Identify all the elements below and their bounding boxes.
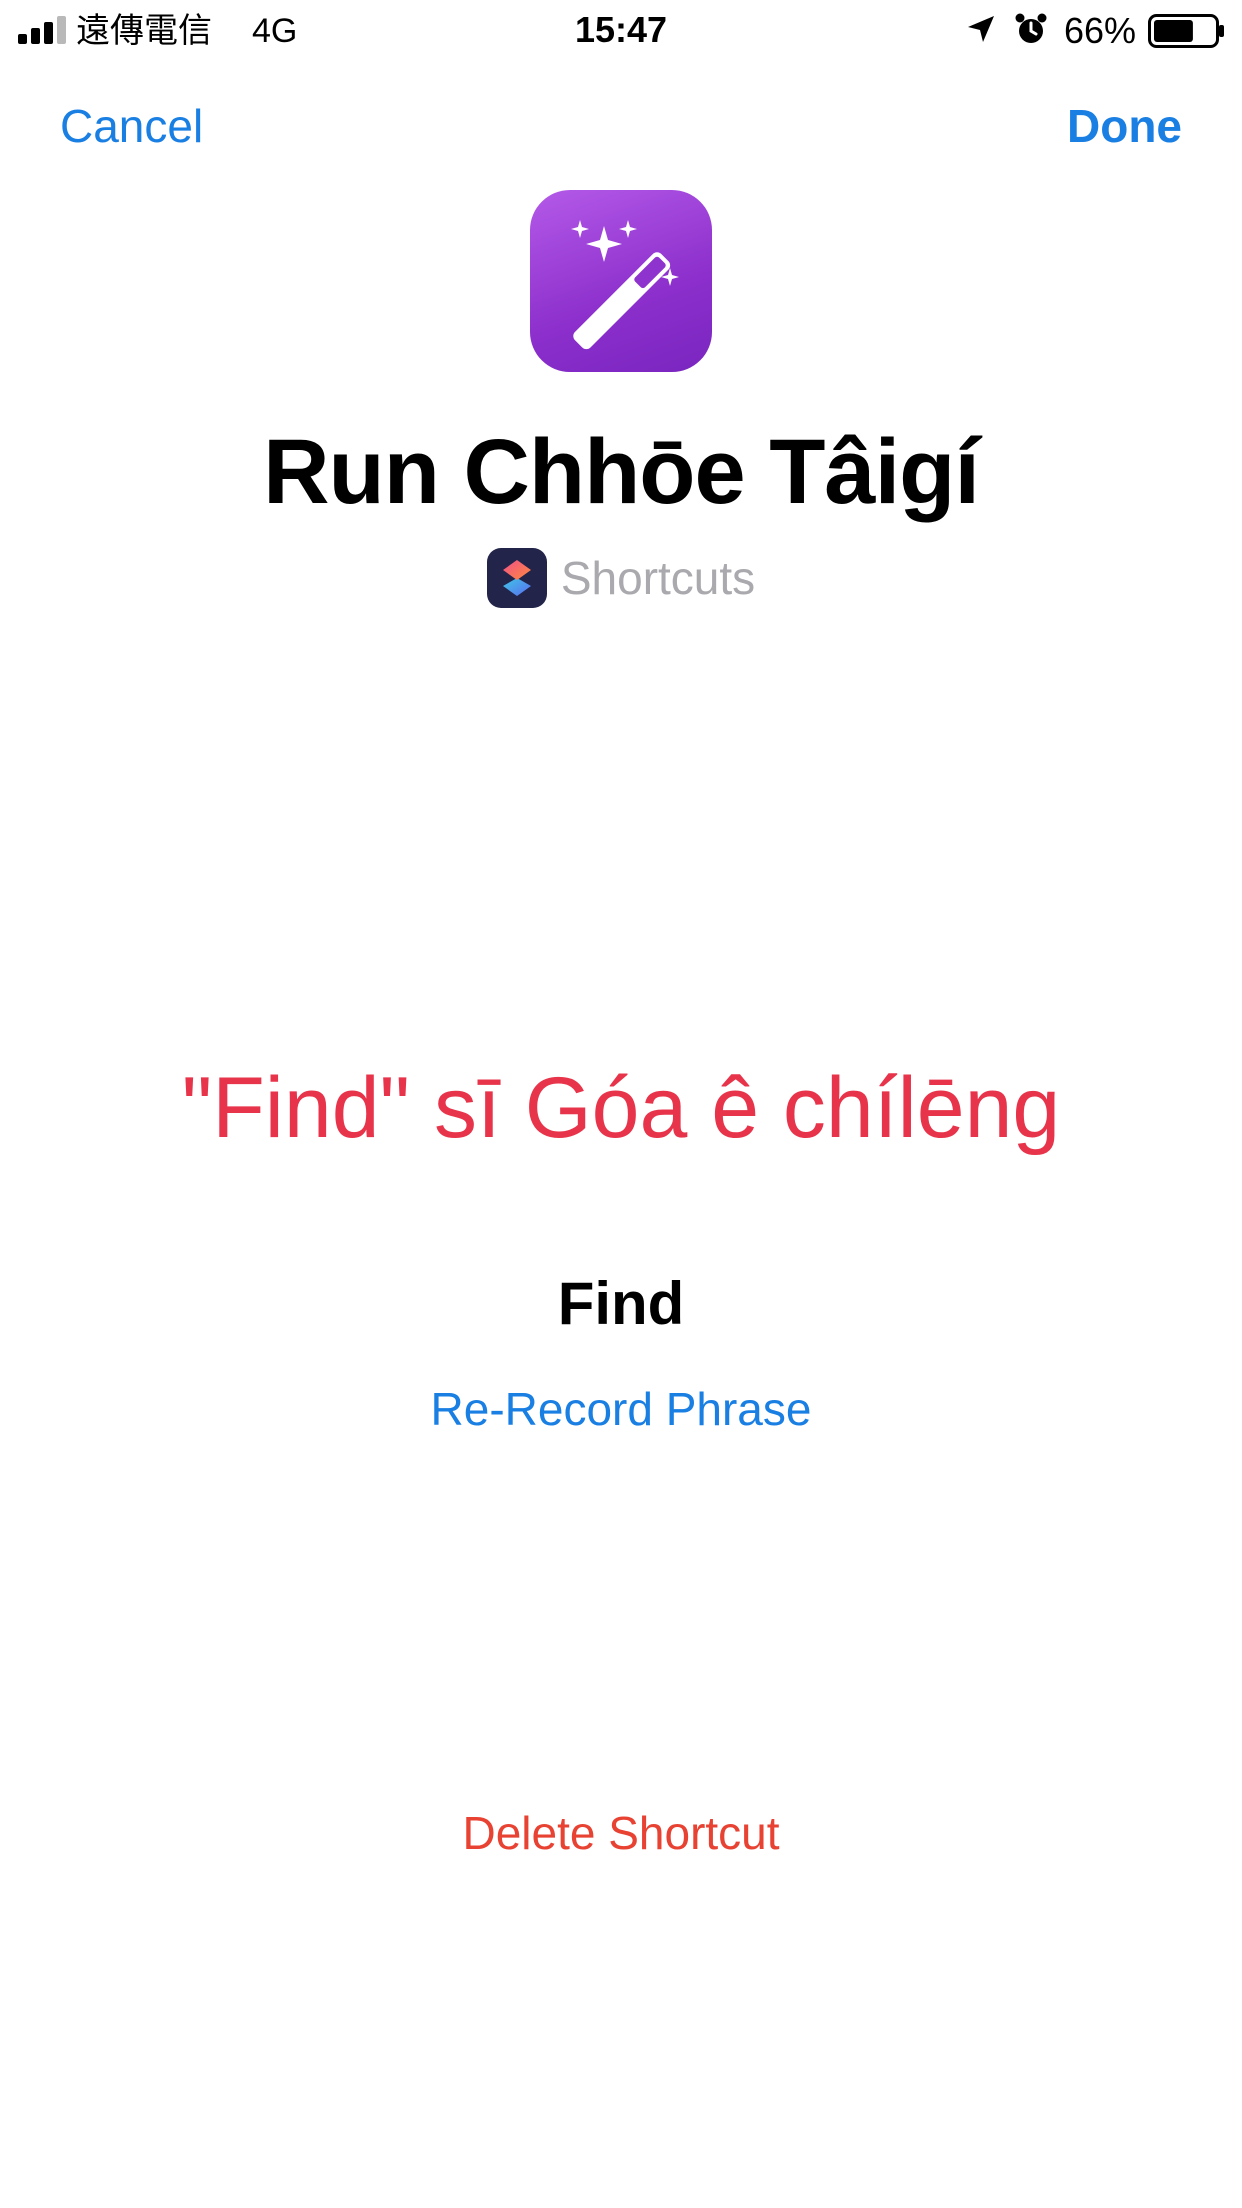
phrase-heading: "Find" sī Góa ê chílēng bbox=[181, 1060, 1061, 1156]
status-time: 15:47 bbox=[574, 9, 668, 50]
status-bar: 遠傳電信 4G 15:47 66% bbox=[0, 0, 1242, 62]
shortcuts-app-icon bbox=[486, 548, 547, 608]
app-attribution: Shortcuts bbox=[0, 546, 1242, 610]
battery-percentage: 66% bbox=[1064, 10, 1137, 51]
alarm-clock-icon bbox=[1015, 13, 1047, 43]
recorded-phrase: Find bbox=[557, 1270, 685, 1337]
magic-wand-icon bbox=[530, 190, 712, 372]
shortcut-title: Run Chhōe Tâigí bbox=[263, 421, 980, 523]
location-arrow-icon bbox=[968, 16, 994, 42]
cancel-button[interactable]: Cancel bbox=[60, 98, 203, 154]
delete-shortcut-button[interactable]: Delete Shortcut bbox=[0, 1804, 1242, 1862]
done-button[interactable]: Done bbox=[1067, 98, 1182, 154]
app-name: Shortcuts bbox=[560, 552, 756, 604]
battery-icon bbox=[1148, 14, 1224, 48]
re-record-phrase-button[interactable]: Re-Record Phrase bbox=[0, 1380, 1242, 1438]
